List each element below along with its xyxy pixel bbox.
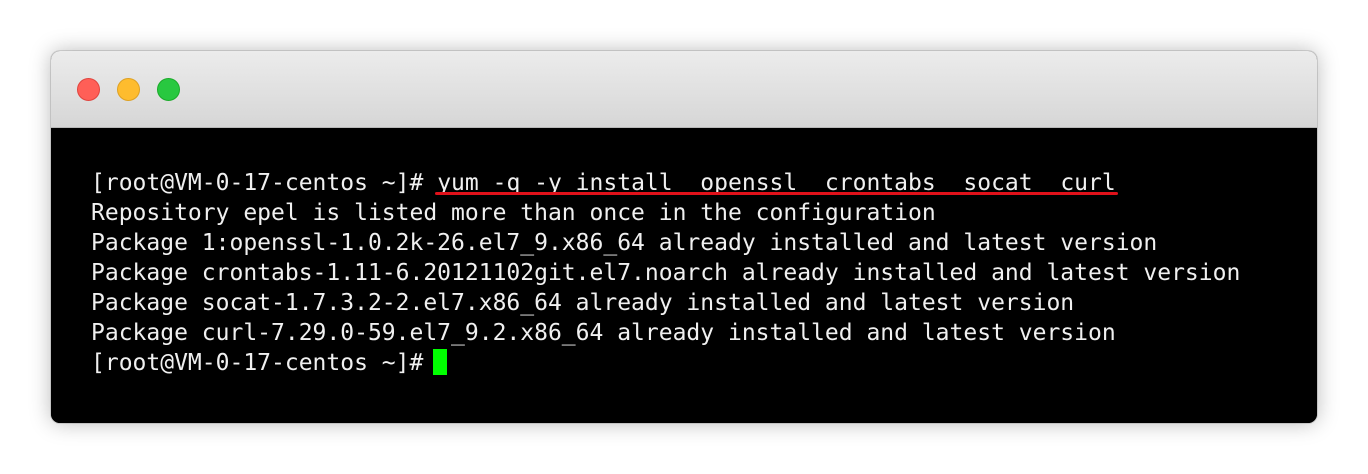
output-line: Package curl-7.29.0-59.el7_9.2.x86_64 al… <box>91 320 1116 346</box>
output-line: Package crontabs-1.11-6.20121102git.el7.… <box>91 260 1241 286</box>
final-prompt-line: [root@VM-0-17-centos ~]# <box>91 348 1240 378</box>
prompt: [root@VM-0-17-centos ~]# <box>91 350 424 376</box>
close-button[interactable] <box>77 78 100 101</box>
output-line: Package socat-1.7.3.2-2.el7.x86_64 alrea… <box>91 290 1075 316</box>
zoom-button[interactable] <box>157 78 180 101</box>
terminal-window: [root@VM-0-17-centos ~]# yum -q -y insta… <box>51 51 1317 423</box>
command-line: [root@VM-0-17-centos ~]# yum -q -y insta… <box>91 168 1240 198</box>
title-bar <box>51 51 1317 128</box>
command-text: yum -q -y install openssl crontabs socat… <box>435 170 1118 196</box>
prompt: [root@VM-0-17-centos ~]# <box>91 170 424 196</box>
terminal-lines: [root@VM-0-17-centos ~]# yum -q -y insta… <box>91 168 1240 378</box>
text-cursor <box>433 348 448 375</box>
red-underline-highlight <box>435 192 1118 195</box>
terminal-content[interactable]: [root@VM-0-17-centos ~]# yum -q -y insta… <box>51 128 1317 423</box>
output-line: Package 1:openssl-1.0.2k-26.el7_9.x86_64… <box>91 230 1158 256</box>
output-line: Repository epel is listed more than once… <box>91 200 936 226</box>
minimize-button[interactable] <box>117 78 140 101</box>
